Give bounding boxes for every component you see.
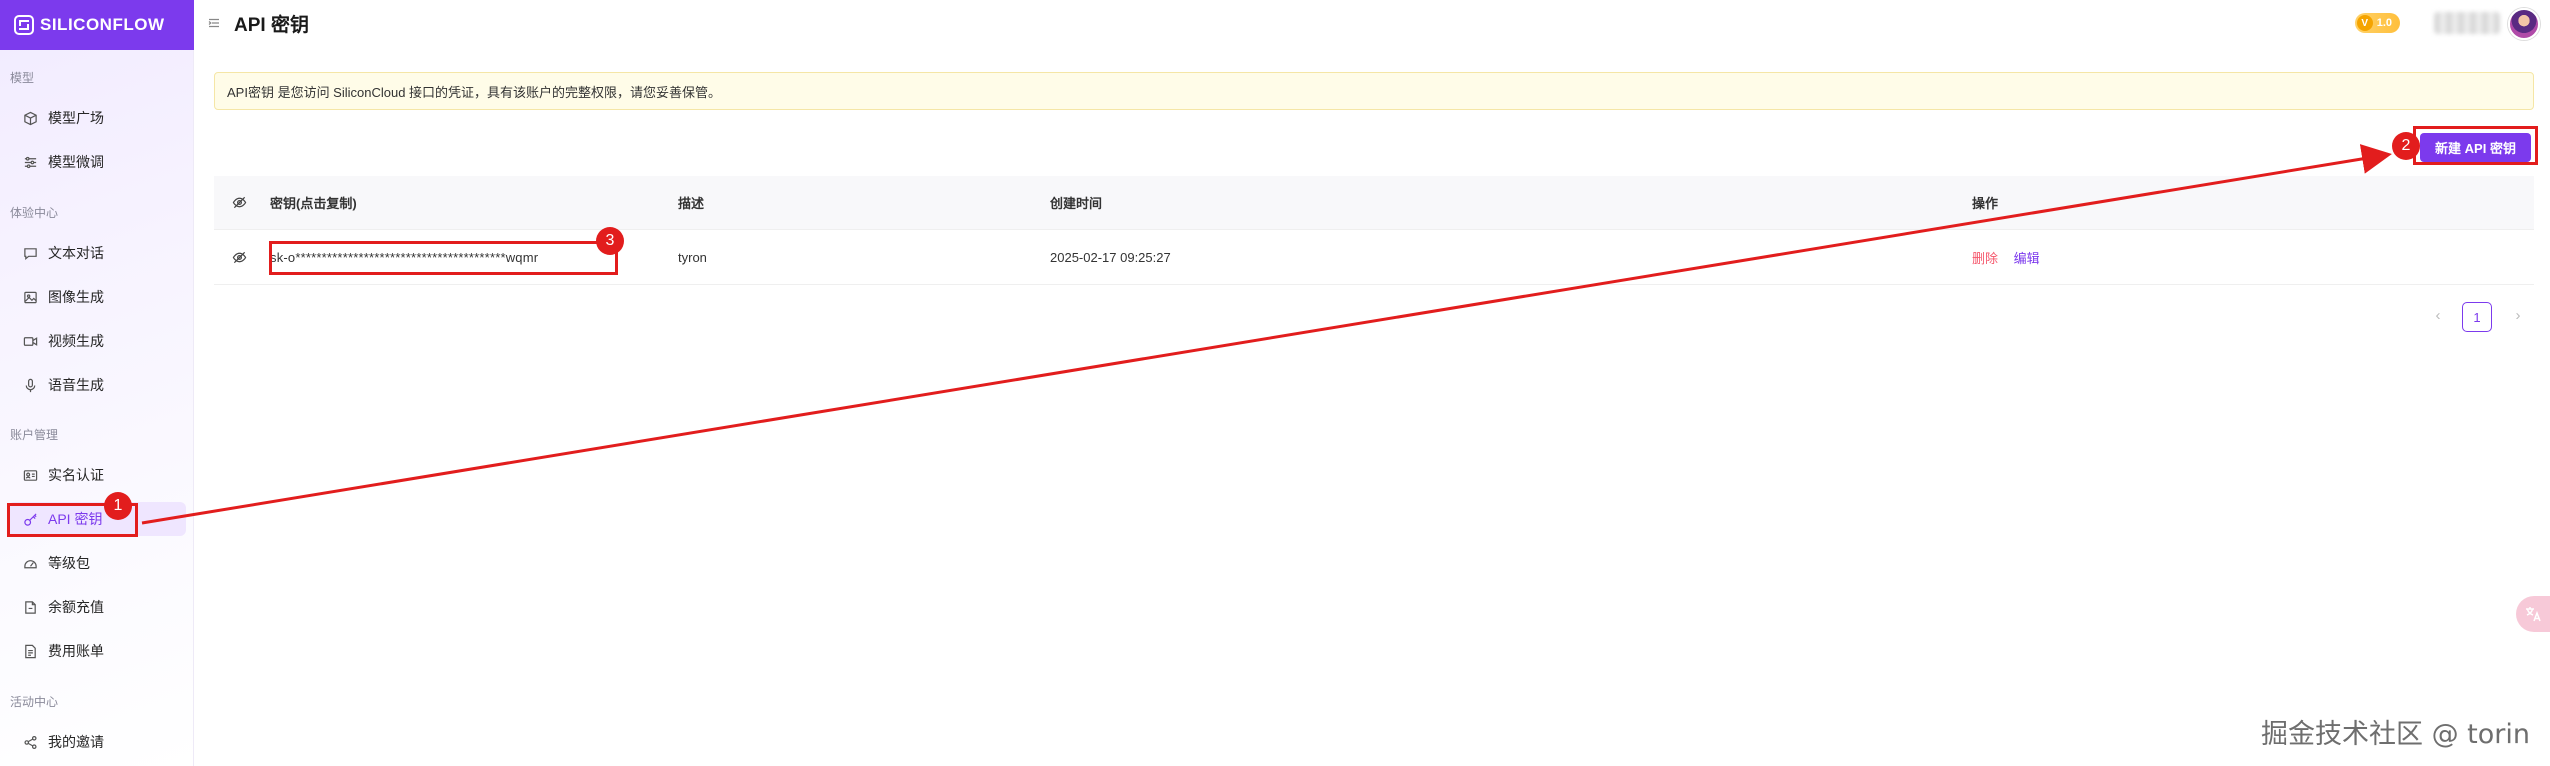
annotation-badge-3: 3	[596, 227, 624, 255]
cube-icon	[22, 110, 38, 126]
annotation-box-key-value	[269, 241, 618, 275]
toggle-key-visibility-icon[interactable]	[214, 250, 264, 265]
sidebar-item-label: 图像生成	[48, 289, 104, 305]
delete-link[interactable]: 删除	[1972, 251, 1998, 266]
sidebar-item-voice-gen[interactable]: 语音生成	[8, 368, 186, 402]
annotation-arrow	[141, 144, 2392, 525]
pagination-next-icon[interactable]: ›	[2508, 306, 2528, 326]
wallet-icon	[22, 599, 38, 615]
sidebar-item-label: 文本对话	[48, 245, 104, 261]
sliders-icon	[22, 154, 38, 170]
page-title: API 密钥	[234, 15, 309, 36]
top-bar: API 密钥 V 1.0	[194, 0, 2550, 50]
edit-link[interactable]: 编辑	[2014, 251, 2040, 266]
pagination-page-current[interactable]: 1	[2462, 302, 2492, 332]
sidebar-item-label: 实名认证	[48, 467, 104, 483]
level-badge[interactable]: V 1.0	[2354, 13, 2400, 33]
avatar[interactable]	[2508, 8, 2540, 40]
translate-float-icon[interactable]	[2516, 596, 2550, 632]
column-header-key: 密钥(点击复制)	[270, 196, 357, 211]
column-header-actions: 操作	[1972, 196, 1999, 211]
section-label-models: 模型	[10, 71, 35, 85]
user-name-blurred[interactable]	[2434, 12, 2500, 34]
sidebar-item-level-pack[interactable]: 等级包	[8, 546, 186, 580]
toggle-all-visibility-icon[interactable]	[214, 195, 264, 210]
watermark: 掘金技术社区 @ torin	[2261, 719, 2530, 750]
bill-icon	[22, 643, 38, 659]
column-header-created: 创建时间	[1050, 196, 1103, 211]
sidebar: SILICONFLOW 模型 模型广场 模型微调 体验中心 文本对话 图像生成 …	[0, 0, 194, 766]
api-key-created-time: 2025-02-17 09:25:27	[1050, 249, 1171, 265]
image-icon	[22, 289, 38, 305]
table-header: 密钥(点击复制) 描述 创建时间 操作	[214, 176, 2534, 230]
mic-icon	[22, 377, 38, 393]
sidebar-item-invitations[interactable]: 我的邀请	[8, 725, 186, 759]
gauge-icon	[22, 555, 38, 571]
sidebar-item-label: 视频生成	[48, 333, 104, 349]
brand-logo[interactable]: SILICONFLOW	[0, 0, 194, 50]
sidebar-item-model-finetune[interactable]: 模型微调	[8, 145, 186, 179]
sidebar-item-label: 模型微调	[48, 154, 104, 170]
api-key-notice: API密钥 是您访问 SiliconCloud 接口的凭证，具有该账户的完整权限…	[214, 72, 2534, 110]
video-icon	[22, 333, 38, 349]
sidebar-item-label: 语音生成	[48, 377, 104, 393]
chat-icon	[22, 245, 38, 261]
row-actions: 删除 编辑	[1954, 248, 2534, 267]
column-header-description: 描述	[678, 196, 705, 211]
sidebar-item-recharge[interactable]: 余额充值	[8, 590, 186, 624]
section-label-activity: 活动中心	[10, 695, 59, 709]
sidebar-item-billing[interactable]: 费用账单	[8, 634, 186, 668]
sidebar-item-label: 模型广场	[48, 110, 104, 126]
brand-name: SILICONFLOW	[40, 15, 165, 34]
level-v-icon: V	[2356, 15, 2373, 31]
sidebar-item-label: 我的邀请	[48, 734, 104, 750]
annotation-box-new-key	[2413, 126, 2538, 165]
siliconflow-logo-icon	[14, 15, 34, 35]
section-label-account: 账户管理	[10, 428, 59, 442]
sidebar-item-image-gen[interactable]: 图像生成	[8, 280, 186, 314]
annotation-badge-2: 2	[2392, 132, 2420, 160]
pagination-prev-icon[interactable]: ‹	[2428, 306, 2448, 326]
id-card-icon	[22, 467, 38, 483]
sidebar-item-text-chat[interactable]: 文本对话	[8, 236, 186, 270]
api-key-description: tyron	[678, 249, 707, 265]
sidebar-item-model-plaza[interactable]: 模型广场	[8, 101, 186, 135]
sidebar-item-verification[interactable]: 实名认证	[8, 458, 186, 492]
sidebar-item-video-gen[interactable]: 视频生成	[8, 324, 186, 358]
section-label-playground: 体验中心	[10, 206, 59, 220]
annotation-badge-1: 1	[104, 492, 132, 520]
collapse-sidebar-icon[interactable]	[208, 17, 222, 31]
share-icon	[22, 734, 38, 750]
sidebar-item-label: 费用账单	[48, 643, 104, 659]
level-value: 1.0	[2376, 17, 2392, 29]
sidebar-item-label: 等级包	[48, 555, 90, 571]
sidebar-item-label: 余额充值	[48, 599, 104, 615]
